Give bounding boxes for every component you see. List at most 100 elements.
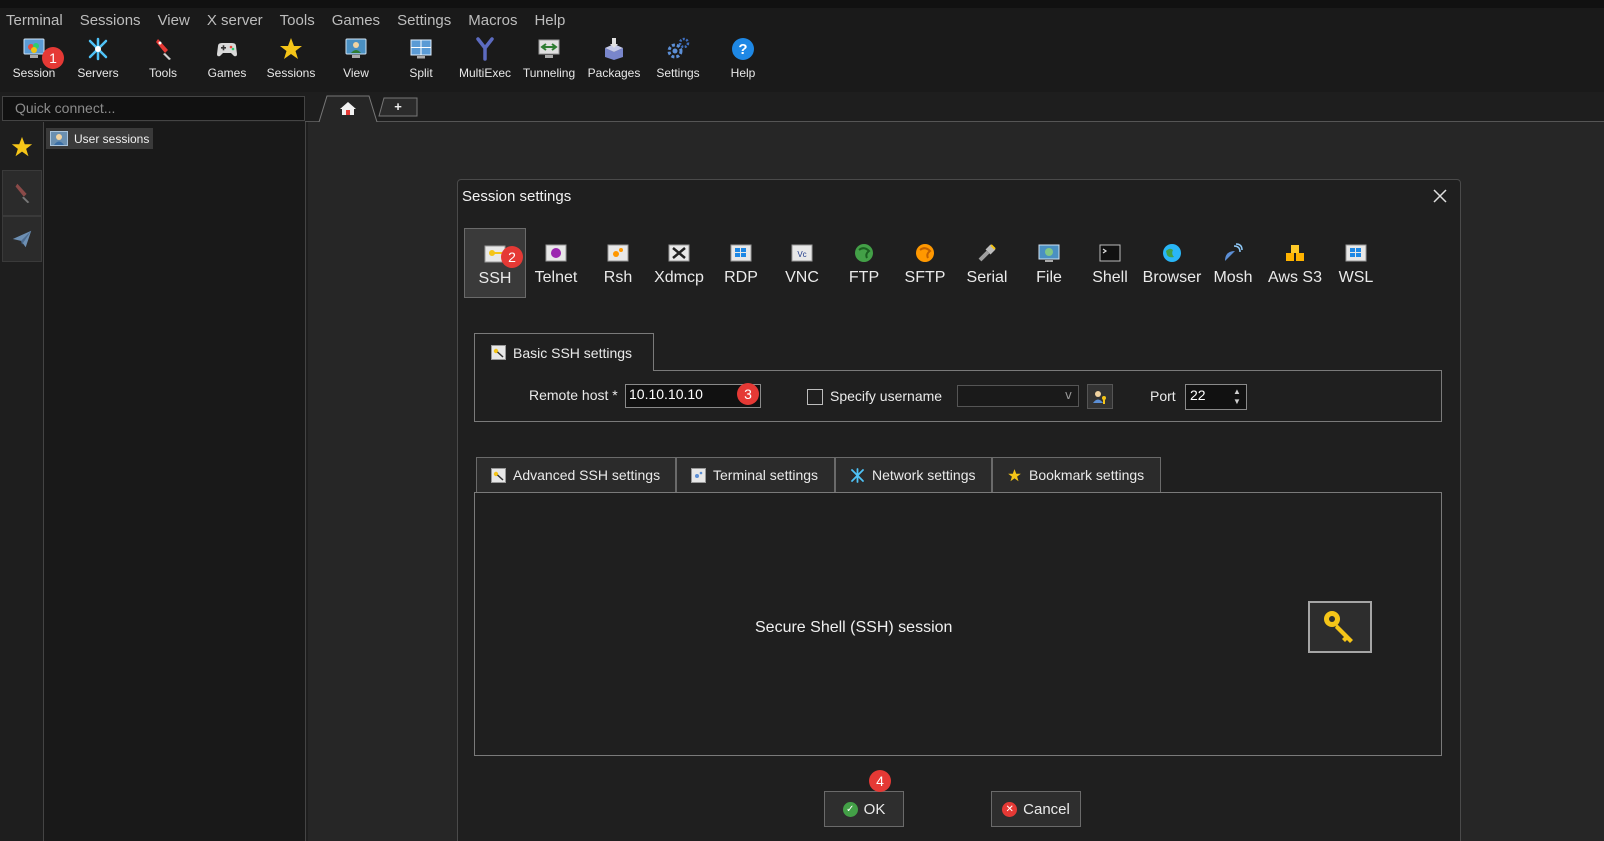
sftp-globe-icon — [916, 244, 934, 262]
tab-advanced-ssh-settings[interactable]: Advanced SSH settings — [476, 457, 676, 492]
chevron-down-icon: v — [1064, 388, 1072, 402]
user-manager-button[interactable] — [1087, 384, 1113, 409]
toolbar-games-button[interactable]: Games — [194, 34, 260, 86]
cancel-button-label: Cancel — [1023, 800, 1070, 818]
session-type-xdmcp[interactable]: Xdmcp — [648, 228, 710, 298]
menu-tools[interactable]: Tools — [280, 12, 315, 29]
ssh-key-badge — [1308, 601, 1372, 653]
sidebar-tools-tab[interactable] — [2, 170, 42, 216]
file-monitor-icon — [1038, 244, 1060, 262]
port-spinner[interactable]: ▲ ▼ — [1232, 387, 1242, 407]
left-sidebar — [0, 122, 44, 841]
session-type-xdmcp-label: Xdmcp — [654, 269, 704, 286]
ok-button[interactable]: ✓ OK — [824, 791, 904, 827]
session-type-aws-s3[interactable]: Aws S3 — [1264, 228, 1326, 298]
port-label: Port — [1150, 388, 1176, 404]
new-tab-button[interactable]: + — [378, 97, 418, 117]
star-icon — [1008, 468, 1021, 481]
port-input[interactable]: 22 ▲ ▼ — [1185, 384, 1247, 410]
terminal-icon — [691, 467, 706, 483]
tab-advanced-ssh-settings-label: Advanced SSH settings — [513, 467, 661, 483]
session-type-rsh[interactable]: Rsh — [587, 228, 649, 298]
remote-host-label: Remote host * — [529, 387, 618, 403]
split-windows-icon — [410, 39, 432, 59]
tab-bookmark-settings[interactable]: Bookmark settings — [992, 457, 1161, 492]
toolbar-tools-label: Tools — [148, 66, 177, 80]
toolbar-help-label: Help — [730, 66, 756, 80]
quick-connect-input[interactable]: Quick connect... — [2, 96, 305, 121]
sidebar-macros-tab[interactable] — [2, 216, 42, 262]
home-tab[interactable] — [318, 95, 378, 122]
session-type-vnc[interactable]: Vc VNC — [771, 228, 833, 298]
session-type-telnet-label: Telnet — [534, 269, 578, 286]
session-type-telnet[interactable]: Telnet — [525, 228, 587, 298]
toolbar-packages-button[interactable]: Packages — [581, 34, 647, 86]
window-top-strip — [0, 0, 1604, 8]
svg-text:?: ? — [738, 41, 747, 58]
menu-macros[interactable]: Macros — [468, 12, 517, 29]
tab-network-settings[interactable]: Network settings — [835, 457, 992, 492]
ok-button-label: OK — [863, 800, 886, 818]
rsh-icon — [607, 244, 629, 262]
toolbar-settings-button[interactable]: Settings — [645, 34, 711, 86]
session-type-wsl-label: WSL — [1338, 269, 1374, 286]
vnc-icon: Vc — [791, 244, 813, 262]
session-type-sftp[interactable]: SFTP — [894, 228, 956, 298]
session-description: Secure Shell (SSH) session — [755, 619, 953, 636]
star-icon — [280, 38, 302, 59]
network-icon — [851, 467, 864, 483]
help-question-icon: ? — [732, 38, 754, 60]
specify-username-checkbox[interactable] — [807, 389, 823, 405]
session-type-browser[interactable]: Browser — [1141, 228, 1203, 298]
session-type-browser-label: Browser — [1142, 269, 1202, 286]
cancel-button[interactable]: ✕ Cancel — [991, 791, 1081, 827]
toolbar-sessions-button[interactable]: Sessions — [258, 34, 324, 86]
session-type-file[interactable]: File — [1018, 228, 1080, 298]
port-value: 22 — [1190, 387, 1206, 403]
menu-view[interactable]: View — [158, 12, 190, 29]
menu-terminal[interactable]: Terminal — [6, 12, 63, 29]
session-type-ftp[interactable]: FTP — [833, 228, 895, 298]
toolbar-split-button[interactable]: Split — [388, 34, 454, 86]
session-type-wsl[interactable]: WSL — [1325, 228, 1387, 298]
menu-bar: Terminal Sessions View X server Tools Ga… — [0, 8, 1604, 32]
dialog-close-button[interactable] — [1428, 184, 1452, 208]
shell-terminal-icon — [1099, 244, 1121, 262]
tab-terminal-settings-label: Terminal settings — [713, 467, 819, 483]
menu-x-server[interactable]: X server — [207, 12, 263, 29]
session-type-serial[interactable]: Serial — [956, 228, 1018, 298]
telnet-icon — [545, 244, 567, 262]
toolbar-help-button[interactable]: ? Help — [710, 34, 776, 86]
session-type-file-label: File — [1036, 269, 1062, 286]
basic-ssh-settings-tab[interactable]: Basic SSH settings — [474, 333, 654, 371]
basic-ssh-settings-label: Basic SSH settings — [513, 344, 633, 361]
toolbar-split-label: Split — [409, 66, 433, 80]
tab-terminal-settings[interactable]: Terminal settings — [676, 457, 835, 492]
menu-help[interactable]: Help — [534, 12, 565, 29]
toolbar-view-button[interactable]: View — [323, 34, 389, 86]
specify-username-label: Specify username — [830, 388, 943, 404]
toolbar-tools-button[interactable]: Tools — [130, 34, 196, 86]
sidebar-sessions-tab[interactable] — [2, 124, 42, 170]
multiexec-fork-icon — [476, 37, 494, 61]
session-type-rdp[interactable]: RDP — [710, 228, 772, 298]
session-type-ftp-label: FTP — [848, 269, 880, 286]
toolbar-servers-button[interactable]: Servers — [65, 34, 131, 86]
session-type-shell[interactable]: Shell — [1079, 228, 1141, 298]
menu-settings[interactable]: Settings — [397, 12, 451, 29]
main-toolbar: Session Servers Tools Games Sessions Vie… — [0, 32, 1604, 92]
toolbar-multiexec-label: MultiExec — [458, 66, 511, 80]
toolbar-multiexec-button[interactable]: MultiExec — [452, 34, 518, 86]
tools-knife-icon — [156, 39, 171, 60]
menu-games[interactable]: Games — [332, 12, 380, 29]
toolbar-tunneling-button[interactable]: Tunneling — [516, 34, 582, 86]
dialog-title: Session settings — [462, 188, 572, 205]
tree-item-user-sessions[interactable]: User sessions — [46, 128, 154, 149]
session-type-mosh[interactable]: Mosh — [1202, 228, 1264, 298]
username-dropdown[interactable]: v — [957, 385, 1079, 407]
toolbar-sessions-label: Sessions — [266, 66, 316, 80]
annotation-badge-2: 2 — [501, 246, 523, 268]
menu-sessions[interactable]: Sessions — [80, 12, 141, 29]
ssh-key-icon — [491, 467, 506, 483]
basic-ssh-settings-panel: Remote host * 10.10.10.10 3 Specify user… — [474, 370, 1442, 422]
